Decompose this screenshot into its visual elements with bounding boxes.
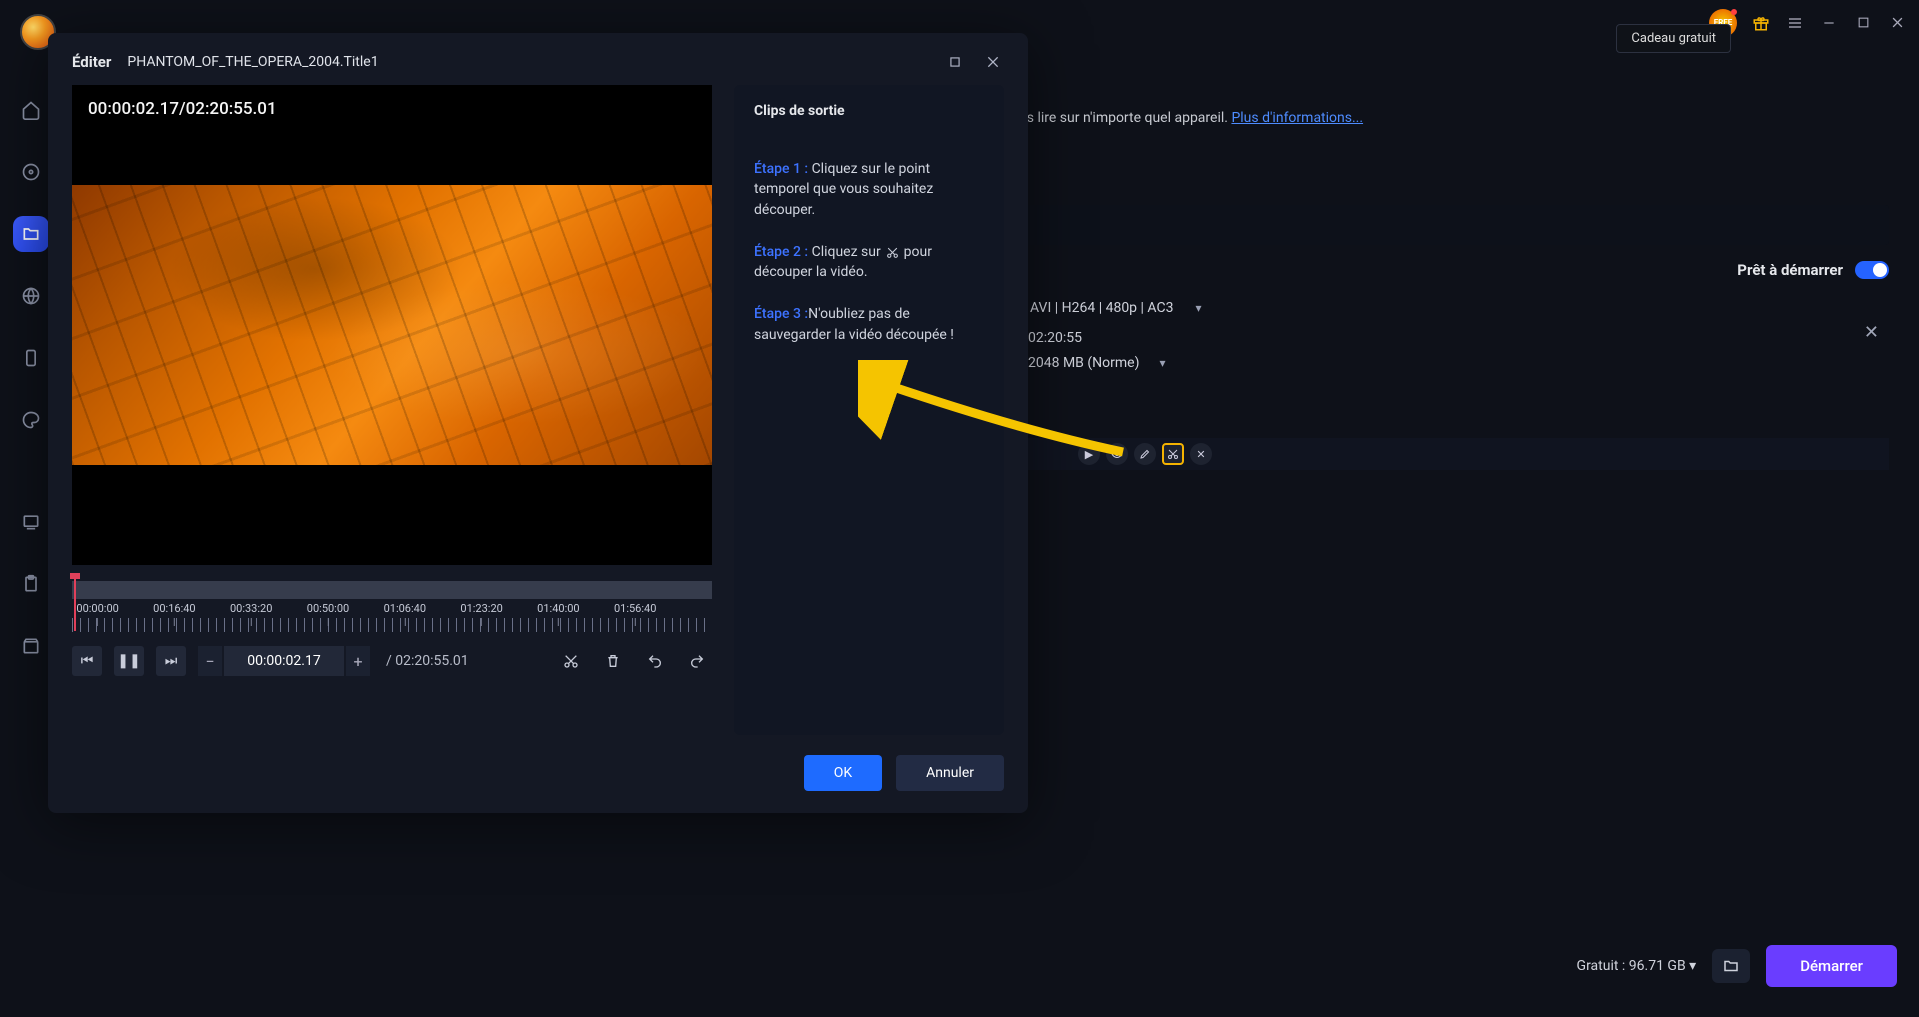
sidebar-clipboard-icon[interactable] xyxy=(13,566,49,602)
tick: 01:40:00 xyxy=(537,602,579,626)
tick: 00:50:00 xyxy=(307,602,349,626)
ready-toggle[interactable] xyxy=(1855,261,1889,279)
minimize-icon[interactable] xyxy=(1819,13,1839,33)
start-button[interactable]: Démarrer xyxy=(1766,945,1897,987)
undo-icon[interactable] xyxy=(640,646,670,676)
timeline-ruler: 00:00:00 00:16:40 00:33:20 00:50:00 01:0… xyxy=(72,602,712,636)
modal-close-icon[interactable] xyxy=(982,51,1004,73)
step-1: Étape 1 : Cliquez sur le point temporel … xyxy=(754,159,984,220)
modal-footer: OK Annuler xyxy=(72,755,1004,791)
redo-icon[interactable] xyxy=(682,646,712,676)
bg-info-text: ur les lire sur n'importe quel appareil.… xyxy=(1000,110,1363,126)
edit-modal: Éditer PHANTOM_OF_THE_OPERA_2004.Title1 … xyxy=(48,33,1028,813)
step1-label: Étape 1 : xyxy=(754,161,808,177)
sidebar-home-icon[interactable] xyxy=(13,92,49,128)
step-3: Étape 3 :N'oubliez pas de sauvegarder la… xyxy=(754,304,984,345)
inline-scissors-icon xyxy=(884,244,900,260)
timeline[interactable]: 00:00:00 00:16:40 00:33:20 00:50:00 01:0… xyxy=(72,581,712,636)
maximize-icon[interactable] xyxy=(1853,13,1873,33)
cut-button-icon[interactable] xyxy=(556,646,586,676)
free-label: Gratuit : xyxy=(1577,958,1626,974)
timeline-track[interactable] xyxy=(72,581,712,599)
gift-tooltip: Cadeau gratuit xyxy=(1616,24,1731,53)
delete-item-icon[interactable]: ✕ xyxy=(1190,443,1212,465)
delete-clip-icon[interactable] xyxy=(598,646,628,676)
video-frame-image xyxy=(72,185,712,465)
sidebar-palette-icon[interactable] xyxy=(13,402,49,438)
video-column: 00:00:02.17/02:20:55.01 00:00:00 00:16:4… xyxy=(72,85,712,735)
edit-pencil-icon[interactable] xyxy=(1134,443,1156,465)
modal-title-label: Éditer xyxy=(72,53,111,71)
step-2: Étape 2 : Cliquez sur pour découper la v… xyxy=(754,242,984,283)
duration-value: 02:20:55 xyxy=(1028,330,1082,346)
time-decrement-button[interactable]: − xyxy=(198,646,222,676)
time-increment-button[interactable]: + xyxy=(346,646,370,676)
tick: 00:00:00 xyxy=(76,602,118,626)
step2-text-a: Cliquez sur xyxy=(812,244,885,260)
sidebar-folder-icon[interactable] xyxy=(13,216,49,252)
item-action-strip: ▾ ▶ ✕ xyxy=(1000,438,1889,470)
sidebar-globe-icon[interactable] xyxy=(13,278,49,314)
video-timecode-overlay: 00:00:02.17/02:20:55.01 xyxy=(88,99,277,119)
remove-item-icon[interactable]: ✕ xyxy=(1864,322,1879,343)
menu-icon[interactable] xyxy=(1785,13,1805,33)
clips-side-panel: Clips de sortie Étape 1 : Cliquez sur le… xyxy=(734,85,1004,735)
tick: 01:56:40 xyxy=(614,602,656,626)
format-value: AVI | H264 | 480p | AC3 xyxy=(1030,300,1173,316)
time-stepper: − + xyxy=(198,646,370,676)
sidebar-queue-icon[interactable] xyxy=(13,504,49,540)
preview-eye-icon[interactable] xyxy=(1106,443,1128,465)
tick: 00:33:20 xyxy=(230,602,272,626)
sidebar-disc-icon[interactable] xyxy=(13,154,49,190)
sidebar-device-icon[interactable] xyxy=(13,340,49,376)
size-value: 2048 MB (Norme) xyxy=(1028,355,1139,371)
modal-header: Éditer PHANTOM_OF_THE_OPERA_2004.Title1 xyxy=(72,51,1004,73)
tick: 01:06:40 xyxy=(384,602,426,626)
prev-frame-button[interactable]: ⏮ xyxy=(72,646,102,676)
output-folder-button[interactable] xyxy=(1712,949,1750,983)
cancel-button[interactable]: Annuler xyxy=(896,755,1004,791)
video-preview[interactable]: 00:00:02.17/02:20:55.01 xyxy=(72,85,712,565)
ready-row: Prêt à démarrer xyxy=(1000,257,1889,283)
total-duration-label: / 02:20:55.01 xyxy=(386,653,469,669)
footer-right: Gratuit : 96.71 GB ▾ Démarrer xyxy=(1577,945,1897,987)
close-window-icon[interactable] xyxy=(1887,13,1907,33)
ready-label: Prêt à démarrer xyxy=(1737,261,1843,279)
trim-scissors-icon[interactable] xyxy=(1162,443,1184,465)
play-pause-button[interactable]: ❚❚ xyxy=(114,646,144,676)
side-panel-title: Clips de sortie xyxy=(754,103,984,119)
sidebar-archive-icon[interactable] xyxy=(13,628,49,664)
tick: 01:23:20 xyxy=(460,602,502,626)
more-info-link[interactable]: Plus d'informations... xyxy=(1231,110,1363,126)
chevron-down-icon: ▾ xyxy=(1195,301,1201,315)
modal-maximize-icon[interactable] xyxy=(944,51,966,73)
step2-label: Étape 2 : xyxy=(754,244,808,260)
tick: 00:16:40 xyxy=(153,602,195,626)
format-row[interactable]: AVI | H264 | 480p | AC3 ▾ xyxy=(1000,300,1869,316)
gift-icon[interactable] xyxy=(1751,13,1771,33)
chevron-down-icon: ▾ xyxy=(1159,356,1165,370)
free-space-value: 96.71 GB xyxy=(1629,958,1686,974)
free-space-text[interactable]: Gratuit : 96.71 GB ▾ xyxy=(1577,958,1697,974)
preview-play-icon[interactable]: ▶ xyxy=(1078,443,1100,465)
bg-search-input[interactable] xyxy=(1000,205,1889,245)
player-controls: ⏮ ❚❚ ⏭ − + / 02:20:55.01 xyxy=(72,646,712,676)
bg-info-partial: ur les lire sur n'importe quel appareil. xyxy=(1000,110,1231,126)
current-time-input[interactable] xyxy=(224,646,344,676)
step3-label: Étape 3 : xyxy=(754,306,808,322)
next-frame-button[interactable]: ⏭ xyxy=(156,646,186,676)
ok-button[interactable]: OK xyxy=(804,755,882,791)
modal-filename: PHANTOM_OF_THE_OPERA_2004.Title1 xyxy=(127,54,378,70)
